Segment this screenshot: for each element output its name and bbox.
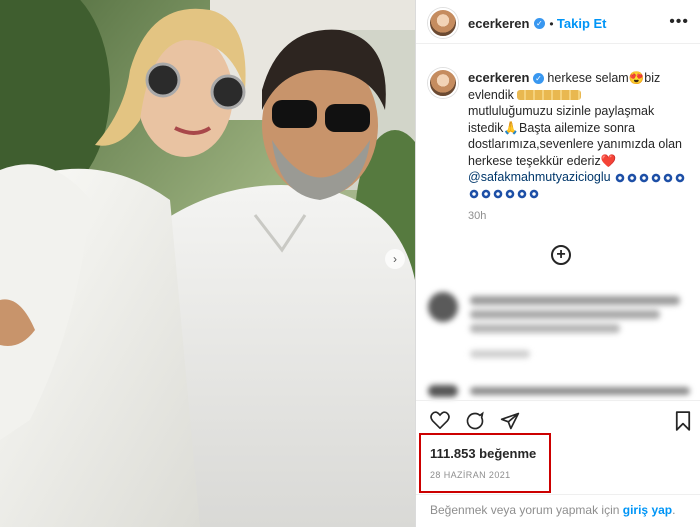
post-actions [416,400,700,436]
heart-icon[interactable] [430,411,450,429]
login-prompt-text: Beğenmek veya yorum yapmak için [430,503,620,517]
load-more-comments-icon[interactable]: + [551,245,571,265]
post-caption: ecerkeren ✓ herkese selam😍biz evlendik m… [468,70,693,202]
login-prompt: Beğenmek veya yorum yapmak için giriş ya… [430,503,675,517]
comment-icon[interactable] [465,411,485,431]
mention-link[interactable]: @safakmahmutyazicioglu [468,170,611,184]
send-icon[interactable] [500,411,520,431]
follow-button[interactable]: Takip Et [557,16,607,31]
login-link[interactable]: giriş yap [623,503,672,517]
login-prompt-period: . [672,503,676,517]
post-photo[interactable]: › [0,0,415,527]
more-horizontal-icon[interactable]: ••• [669,13,689,31]
next-photo-button[interactable]: › [385,249,405,269]
caption-line-5: dostlarımıza,sevenlere yanımızda olan [468,137,682,151]
header-username[interactable]: ecerkeren [468,16,529,31]
caption-verified-icon: ✓ [532,73,544,85]
caption-line-4: istedik🙏Başta ailemize sonra [468,120,636,135]
evil-eye-emoji-icon-2 [468,189,540,200]
post-header: ecerkeren ✓ • Takip Et ••• [416,0,700,44]
avatar[interactable] [428,8,458,38]
couple-photo [0,0,415,527]
caption-line-6: herkese teşekkür ederiz❤️ [468,153,617,168]
caption-line-2: evlendik [468,87,514,102]
likes-highlight-box [419,433,551,493]
caption-line-3: mutluluğumuzu sizinle paylaşmak [468,104,655,118]
blurred-comment-2 [428,385,693,397]
caption-time: 30h [468,210,487,222]
chevron-right-icon: › [393,252,397,266]
like-count[interactable]: 111.853 beğenme [430,446,536,461]
evil-eye-emoji-icon [614,172,687,183]
caption-avatar[interactable] [428,68,458,98]
celebration-emoji-icon [517,90,582,101]
verified-badge-icon: ✓ [533,18,545,30]
post-date: 28 HAZİRAN 2021 [430,470,511,480]
login-footer: Beğenmek veya yorum yapmak için giriş ya… [416,494,700,527]
blurred-comment [428,290,693,370]
post-side-panel: ecerkeren ✓ • Takip Et ••• ecerkeren ✓ h… [415,0,700,527]
caption-line-1: herkese selam😍biz [547,71,661,85]
caption-username[interactable]: ecerkeren [468,70,529,85]
bookmark-icon[interactable] [675,411,691,431]
